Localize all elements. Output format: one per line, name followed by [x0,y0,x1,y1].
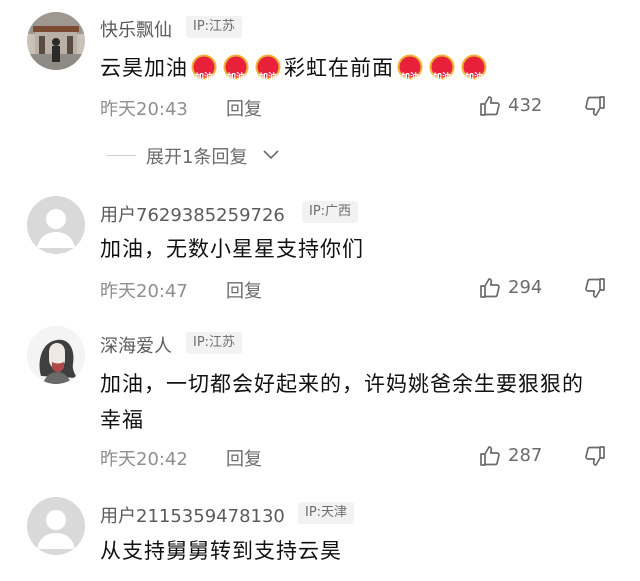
ip-location-tag: IP:江苏 [186,332,243,354]
comment-item: 深海爱人 IP:江苏 加油，一切都会好起来的，许妈姚爸余生要狠狠的幸福 昨天20… [0,320,640,490]
cheer-emoji: 加油 [253,54,283,83]
username[interactable]: 深海爱人 [100,332,172,358]
comment-time: 昨天20:47 [100,281,188,302]
dislike-button[interactable] [583,444,609,470]
avatar[interactable] [27,12,85,70]
like-icon [480,278,500,298]
divider [106,155,136,156]
reply-button[interactable]: 回复 [226,277,262,303]
username[interactable]: 用户7629385259726 [100,201,285,227]
reply-button[interactable]: 回复 [226,445,262,471]
comment-item: 用户2115359478130 IP:天津 从支持舅舅转到支持云昊 [0,490,640,581]
dislike-button[interactable] [583,94,609,120]
dislike-button[interactable] [583,276,609,302]
comment-item: 用户7629385259726 IP:广西 加油，无数小星星支持你们 昨天20:… [0,190,640,320]
ip-location-tag: IP:天津 [298,502,355,524]
ip-location-tag: IP:江苏 [186,16,243,38]
dislike-icon [585,446,605,466]
comment-time: 昨天20:43 [100,99,188,120]
cheer-emoji: 加油 [189,54,219,83]
photo-avatar-icon [27,12,85,70]
username[interactable]: 用户2115359478130 [100,502,285,528]
expand-replies-label: 展开1条回复 [146,147,248,168]
comment-text-part: 彩虹在前面 [284,56,394,80]
ip-location-tag: IP:广西 [302,201,359,223]
like-count: 287 [508,445,543,466]
dislike-icon [585,96,605,116]
username[interactable]: 快乐飘仙 [100,16,172,42]
comment-text: 从支持舅舅转到支持云昊 [100,539,342,563]
avatar[interactable] [27,196,85,254]
comment-text: 加油，一切都会好起来的，许妈姚爸余生要狠狠的幸福 [100,372,584,432]
like-count: 294 [508,277,543,298]
avatar[interactable] [27,326,85,384]
like-count: 432 [508,95,543,116]
cheer-emoji: 加油 [221,54,251,83]
comment-item: 快乐飘仙 IP:江苏 云昊加油 加油 加油 加油 彩虹在前面 加油 加油 加油 昨天20:43… [0,0,640,180]
cheer-emoji: 加油 [427,54,457,83]
reply-button[interactable]: 回复 [226,95,262,121]
like-icon [480,446,500,466]
default-avatar-icon [37,209,75,248]
default-avatar-icon [37,510,75,549]
like-icon [480,96,500,116]
dislike-icon [585,278,605,298]
comment-text: 加油，无数小星星支持你们 [100,237,364,261]
comment-text: 云昊加油 加油 加油 加油 彩虹在前面 加油 加油 加油 [100,51,620,85]
avatar[interactable] [27,497,85,555]
cheer-emoji: 加油 [459,54,489,83]
comment-text-part: 云昊加油 [100,56,188,80]
cheer-emoji: 加油 [395,54,425,83]
chevron-down-icon [263,150,279,160]
comment-time: 昨天20:42 [100,449,188,470]
illustrated-avatar-icon [27,326,85,384]
